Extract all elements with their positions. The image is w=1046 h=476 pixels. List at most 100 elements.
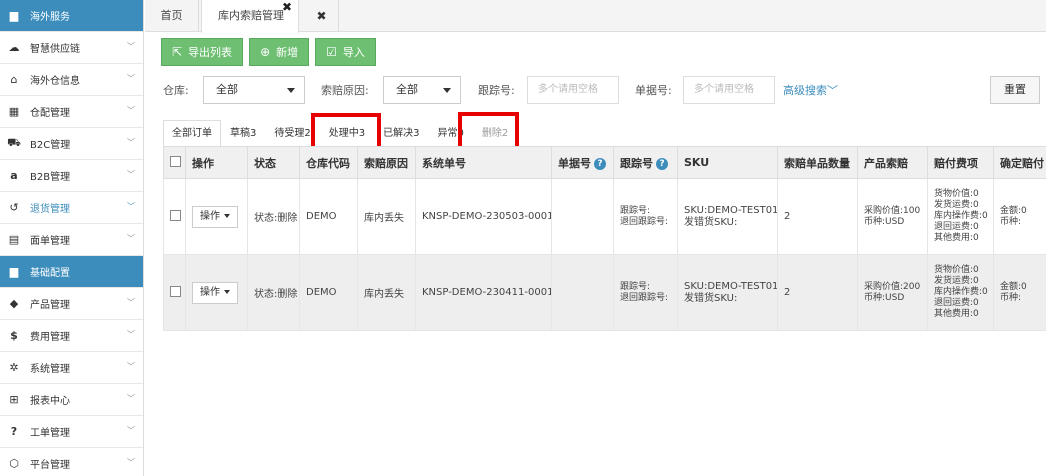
caret-down-icon (224, 289, 230, 294)
warehouse-select[interactable]: 全部 (203, 76, 305, 104)
chevron-down-icon: ﹀ (127, 298, 135, 307)
table-header-row: 操作 状态 仓库代码 索赔原因 系统单号 单据号? 跟踪号? SKU 索赔单品数… (163, 146, 1046, 179)
sidebar-item-labels[interactable]: ▤ 面单管理 ﹀ (0, 224, 143, 256)
sidebar-item-supply-chain[interactable]: ☁ 智慧供应链 ﹀ (0, 32, 143, 64)
help-icon[interactable]: ? (594, 157, 606, 170)
chevron-down-icon: ﹀ (127, 426, 135, 435)
sidebar-item-basic-config[interactable]: ▆ 基础配置 (0, 256, 143, 288)
quantity-cell: 2 (777, 254, 858, 331)
sidebar-item-b2b[interactable]: a B2B管理 ﹀ (0, 160, 143, 192)
column-header: 单据号? (551, 146, 614, 179)
help-icon[interactable]: ? (656, 157, 668, 170)
filter-bar: 仓库: 全部 索赔原因: 全部 跟踪号: 多个请用空格 单据号: 多个请用空格 … (163, 76, 1043, 104)
status-cell: 状态:删除 (247, 254, 300, 331)
column-header: 索赔原因 (357, 146, 416, 179)
sidebar-item-b2c[interactable]: ⛟ B2C管理 ﹀ (0, 128, 143, 160)
column-header: 赔付费项 (927, 146, 994, 179)
chevron-down-icon: ﹀ (127, 234, 135, 243)
row-action-dropdown[interactable]: 操作 (192, 205, 238, 228)
order-number-cell (551, 178, 614, 255)
select-all-header (163, 146, 186, 179)
add-button[interactable]: ⊕ 新增 (249, 38, 310, 66)
cloud-icon: ☁ (8, 41, 20, 54)
close-icon[interactable]: ✖ (282, 0, 292, 23)
cube-icon: ⬡ (9, 457, 19, 470)
table-row[interactable]: 操作 状态:删除 DEMO 库内丢失 KNSP-DEMO-230503-0001… (163, 178, 1046, 255)
column-header: 跟踪号? (613, 146, 678, 179)
chevron-down-icon: ﹀ (127, 458, 135, 467)
tag-icon: ◆ (9, 297, 19, 310)
order-number-cell (551, 254, 614, 331)
chevron-down-icon: ﹀ (127, 170, 135, 179)
row-action-dropdown[interactable]: 操作 (192, 281, 238, 304)
column-header: 产品索赔 (857, 146, 928, 179)
question-icon: ? (10, 425, 18, 438)
column-header: 确定赔付 (993, 146, 1046, 179)
column-header: 索赔单品数量 (777, 146, 858, 179)
column-header: SKU (677, 146, 778, 179)
reason-select[interactable]: 全部 (383, 76, 461, 104)
reset-button[interactable]: 重置 (990, 76, 1040, 104)
sidebar: ▆ 海外服务 ☁ 智慧供应链 ﹀ ⌂ 海外仓信息 ﹀ ▦ 仓配管理 ﹀ ⛟ B2C管理 ﹀ a B2… (0, 0, 144, 476)
claims-table: 操作 状态 仓库代码 索赔原因 系统单号 单据号? 跟踪号? SKU 索赔单品数… (163, 146, 1046, 331)
chevron-down-icon: ﹀ (127, 202, 135, 211)
sidebar-item-overseas-service[interactable]: ▆ 海外服务 (0, 0, 143, 32)
confirm-cell: 金额:0 币种: (993, 178, 1046, 255)
sidebar-item-fulfillment[interactable]: ▦ 仓配管理 ﹀ (0, 96, 143, 128)
amazon-icon: a (10, 169, 18, 182)
cart-icon: ⛟ (7, 136, 21, 149)
product-claim-cell: 采购价值:200 币种:USD (857, 254, 928, 331)
confirm-cell: 金额:0 币种: (993, 254, 1046, 331)
tab-home[interactable]: 首页 (145, 0, 199, 32)
import-button[interactable]: ☑ 导入 (315, 38, 376, 66)
order-input[interactable]: 多个请用空格 (683, 76, 775, 104)
status-tab-draft[interactable]: 草稿3 (221, 120, 265, 146)
dollar-icon: $ (10, 329, 18, 342)
quantity-cell: 2 (777, 178, 858, 255)
sidebar-item-platform[interactable]: ⬡ 平台管理 ﹀ (0, 448, 143, 476)
export-list-button[interactable]: ⇱ 导出列表 (161, 38, 244, 66)
column-header: 仓库代码 (299, 146, 358, 179)
status-cell: 状态:删除 (247, 178, 300, 255)
close-all-tabs-button[interactable]: ✖ (305, 0, 339, 32)
tracking-cell: 跟踪号: 退回跟踪号: (613, 254, 678, 331)
row-checkbox[interactable] (170, 285, 181, 297)
tab-label: 库内索赔管理 (218, 9, 284, 22)
home-icon: ⌂ (10, 73, 18, 86)
reason-cell: 库内丢失 (357, 254, 416, 331)
tracking-cell: 跟踪号: 退回跟踪号: (613, 178, 678, 255)
chevron-down-icon: ﹀ (127, 362, 135, 371)
caret-down-icon (287, 88, 295, 93)
document-icon: ▤ (8, 233, 20, 246)
chevron-down-icon: ﹀ (127, 74, 135, 83)
caret-down-icon (443, 88, 451, 93)
import-icon: ☑ (326, 45, 337, 59)
advanced-search-link[interactable]: 高级搜索﹀ (783, 82, 838, 98)
warehouse-cell: DEMO (299, 178, 358, 255)
sidebar-item-fees[interactable]: $ 费用管理 ﹀ (0, 320, 143, 352)
warehouse-label: 仓库: (163, 84, 189, 97)
sidebar-item-system[interactable]: ✲ 系统管理 ﹀ (0, 352, 143, 384)
select-all-checkbox[interactable] (170, 155, 181, 167)
main-content: 首页 库内索赔管理 ✖ ✖ ⇱ 导出列表 ⊕ 新增 ☑ 导入 仓库: 全部 索赔原因:… (145, 0, 1046, 476)
sidebar-item-returns[interactable]: ↺ 退货管理 ﹀ (0, 192, 143, 224)
tracking-input[interactable]: 多个请用空格 (527, 76, 619, 104)
undo-icon: ↺ (9, 201, 19, 214)
sidebar-item-tickets[interactable]: ? 工单管理 ﹀ (0, 416, 143, 448)
tracking-label: 跟踪号: (478, 84, 515, 97)
system-number-cell: KNSP-DEMO-230411-0001 (415, 254, 552, 331)
system-number-cell: KNSP-DEMO-230503-0001 (415, 178, 552, 255)
tab-claims-management[interactable]: 库内索赔管理 ✖ (201, 0, 299, 33)
column-header: 操作 (185, 146, 248, 179)
chevron-down-icon: ﹀ (127, 106, 135, 115)
sidebar-item-products[interactable]: ◆ 产品管理 ﹀ (0, 288, 143, 320)
product-claim-cell: 采购价值:100 币种:USD (857, 178, 928, 255)
plus-circle-icon: ⊕ (260, 45, 271, 59)
row-checkbox[interactable] (170, 209, 181, 221)
sidebar-item-reports[interactable]: ⊞ 报表中心 ﹀ (0, 384, 143, 416)
status-tab-resolved[interactable]: 已解决3 (374, 120, 428, 146)
sidebar-item-warehouse-info[interactable]: ⌂ 海外仓信息 ﹀ (0, 64, 143, 96)
status-tab-all[interactable]: 全部订单 (163, 120, 221, 146)
table-row[interactable]: 操作 状态:删除 DEMO 库内丢失 KNSP-DEMO-230411-0001… (163, 254, 1046, 331)
tab-bar: 首页 库内索赔管理 ✖ ✖ (145, 0, 1046, 33)
